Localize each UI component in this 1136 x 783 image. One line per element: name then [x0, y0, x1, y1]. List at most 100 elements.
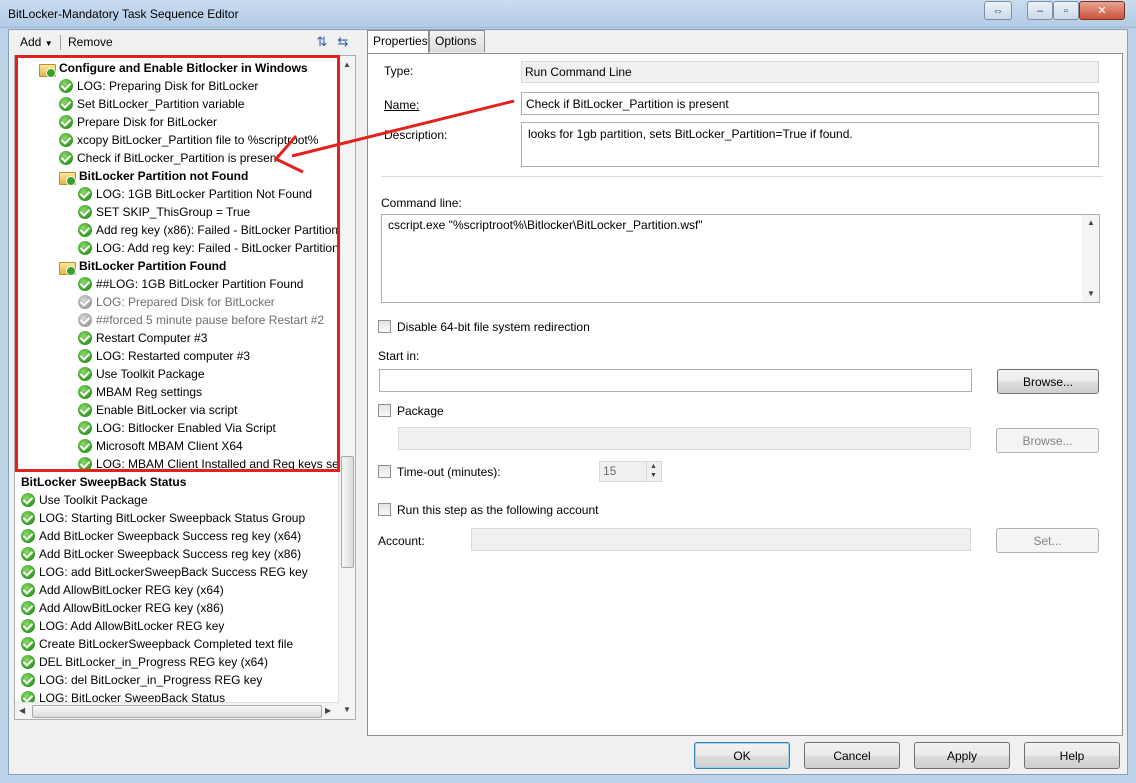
maximize-button[interactable]: ▫ — [1053, 1, 1079, 20]
timeout-spinner: 15 ▲ ▼ — [599, 461, 662, 482]
tree-group-item[interactable]: Configure and Enable Bitlocker in Window… — [39, 59, 308, 78]
scroll-up-icon[interactable]: ▲ — [343, 60, 351, 69]
name-field[interactable] — [521, 92, 1099, 115]
timeout-label: Time-out (minutes): — [397, 465, 501, 479]
task-sequence-tree[interactable]: Configure and Enable Bitlocker in Window… — [14, 55, 356, 720]
tree-item-label: LOG: Preparing Disk for BitLocker — [77, 79, 259, 93]
tree-item-label: Use Toolkit Package — [96, 367, 205, 381]
tree-step-item[interactable]: LOG: Starting BitLocker Sweepback Status… — [21, 509, 305, 527]
tree-step-item[interactable]: LOG: MBAM Client Installed and Reg keys … — [78, 455, 342, 473]
tree-step-item[interactable]: Add BitLocker Sweepback Success reg key … — [21, 545, 301, 563]
scroll-right-icon[interactable]: ▶ — [325, 706, 331, 715]
package-checkbox[interactable] — [378, 404, 391, 417]
cancel-button[interactable]: Cancel — [804, 742, 900, 769]
tree-step-item[interactable]: LOG: Add reg key: Failed - BitLocker Par… — [78, 239, 339, 257]
spinner-buttons: ▲ ▼ — [646, 462, 661, 481]
ok-button[interactable]: OK — [694, 742, 790, 769]
check-icon — [78, 331, 92, 345]
tree-item-label: LOG: Starting BitLocker Sweepback Status… — [39, 511, 306, 525]
tree-step-item[interactable]: xcopy BitLocker_Partition file to %scrip… — [59, 131, 318, 149]
tree-step-item[interactable]: Prepare Disk for BitLocker — [59, 113, 217, 131]
start-in-field[interactable] — [379, 369, 972, 392]
minimize-button[interactable]: – — [1027, 1, 1053, 20]
tree-step-item[interactable]: Enable BitLocker via script — [78, 401, 237, 419]
tree-group-item[interactable]: BitLocker SweepBack Status — [21, 473, 186, 491]
tree-step-item[interactable]: Restart Computer #3 — [78, 329, 207, 347]
check-icon — [78, 205, 92, 219]
tree-vertical-scrollbar[interactable]: ▲ ▼ — [338, 56, 355, 719]
tree-step-item[interactable]: LOG: Add AllowBitLocker REG key — [21, 617, 224, 635]
editor-client-area: Add ▼ Remove ⇅ ⇆ Configure and Enable Bi… — [8, 29, 1128, 775]
vertical-scroll-thumb[interactable] — [341, 456, 354, 568]
tree-step-item[interactable]: MBAM Reg settings — [78, 383, 202, 401]
tree-step-item[interactable]: DEL BitLocker_in_Progress REG key (x64) — [21, 653, 268, 671]
command-line-field[interactable]: cscript.exe "%scriptroot%\Bitlocker\BitL… — [381, 214, 1100, 303]
browse-start-in-button[interactable]: Browse... — [997, 369, 1099, 394]
tab-properties[interactable]: Properties — [367, 30, 429, 53]
tree-step-item[interactable]: SET SKIP_ThisGroup = True — [78, 203, 250, 221]
help-button[interactable]: Help — [1024, 742, 1120, 769]
tree-group-item[interactable]: BitLocker Partition Found — [59, 257, 226, 276]
tab-options[interactable]: Options — [429, 30, 485, 52]
run-as-checkbox[interactable] — [378, 503, 391, 516]
horizontal-scroll-thumb[interactable] — [32, 705, 322, 718]
timeout-value: 15 — [603, 464, 617, 478]
scroll-up-icon[interactable]: ▲ — [1087, 218, 1095, 227]
move-up-icon[interactable]: ⇅ — [314, 34, 330, 50]
spin-down-icon: ▼ — [650, 472, 657, 479]
tree-item-label: Set BitLocker_Partition variable — [77, 97, 245, 111]
tree-step-item[interactable]: Add AllowBitLocker REG key (x64) — [21, 581, 224, 599]
remove-button[interactable]: Remove — [68, 35, 113, 49]
add-menu-button[interactable]: Add ▼ — [20, 35, 53, 49]
move-down-icon[interactable]: ⇆ — [335, 34, 351, 50]
name-label: Name: — [384, 98, 420, 112]
tree-step-item[interactable]: LOG: Preparing Disk for BitLocker — [59, 77, 258, 95]
tree-step-item[interactable]: LOG: Bitlocker Enabled Via Script — [78, 419, 276, 437]
tree-step-item[interactable]: Add reg key (x86): Failed - BitLocker Pa… — [78, 221, 338, 239]
resize-button[interactable]: ⇔ — [984, 1, 1012, 20]
timeout-checkbox[interactable] — [378, 465, 391, 478]
check-icon — [21, 511, 35, 525]
tree-step-item[interactable]: Use Toolkit Package — [78, 365, 205, 383]
tree-step-item[interactable]: ##forced 5 minute pause before Restart #… — [78, 311, 324, 329]
command-line-label: Command line: — [381, 196, 462, 210]
scroll-down-icon[interactable]: ▼ — [1087, 289, 1095, 298]
tree-step-item[interactable]: Add AllowBitLocker REG key (x86) — [21, 599, 224, 617]
check-icon — [78, 367, 92, 381]
spin-up-icon: ▲ — [650, 463, 657, 470]
tree-step-item[interactable]: LOG: del BitLocker_in_Progress REG key — [21, 671, 262, 689]
tree-step-item[interactable]: ##LOG: 1GB BitLocker Partition Found — [78, 275, 303, 293]
check-icon — [59, 97, 73, 111]
disable64-checkbox[interactable] — [378, 320, 391, 333]
check-icon — [78, 349, 92, 363]
command-line-scrollbar[interactable]: ▲ ▼ — [1082, 215, 1099, 302]
scroll-left-icon[interactable]: ◀ — [19, 706, 25, 715]
tree-step-item[interactable]: LOG: 1GB BitLocker Partition Not Found — [78, 185, 312, 203]
check-icon — [78, 421, 92, 435]
apply-button[interactable]: Apply — [914, 742, 1010, 769]
folder-icon — [59, 260, 76, 276]
tree-step-item[interactable]: Check if BitLocker_Partition is present — [59, 149, 280, 167]
tree-step-item[interactable]: LOG: add BitLockerSweepBack Success REG … — [21, 563, 308, 581]
tree-step-item[interactable]: Use Toolkit Package — [21, 491, 148, 509]
tree-step-item[interactable]: Set BitLocker_Partition variable — [59, 95, 244, 113]
tree-item-label: Prepare Disk for BitLocker — [77, 115, 218, 129]
description-field[interactable]: looks for 1gb partition, sets BitLocker_… — [521, 122, 1099, 167]
check-icon — [78, 223, 92, 237]
tree-step-item[interactable]: Create BitLockerSweepback Completed text… — [21, 635, 293, 653]
dropdown-arrow-icon: ▼ — [44, 39, 53, 48]
folder-icon — [59, 170, 76, 186]
scroll-down-icon[interactable]: ▼ — [343, 705, 351, 714]
tree-step-item[interactable]: LOG: Restarted computer #3 — [78, 347, 250, 365]
check-icon — [21, 601, 35, 615]
tree-item-label: ##forced 5 minute pause before Restart #… — [96, 313, 325, 327]
close-button[interactable]: ✕ — [1079, 1, 1125, 20]
tree-item-label: Microsoft MBAM Client X64 — [96, 439, 243, 453]
tree-step-item[interactable]: Microsoft MBAM Client X64 — [78, 437, 243, 455]
tree-horizontal-scrollbar[interactable]: ◀ ▶ — [15, 702, 339, 719]
check-icon — [21, 493, 35, 507]
tree-step-item[interactable]: LOG: Prepared Disk for BitLocker — [78, 293, 275, 311]
tree-group-item[interactable]: BitLocker Partition not Found — [59, 167, 248, 186]
tree-step-item[interactable]: Add BitLocker Sweepback Success reg key … — [21, 527, 301, 545]
package-label: Package — [397, 404, 444, 418]
